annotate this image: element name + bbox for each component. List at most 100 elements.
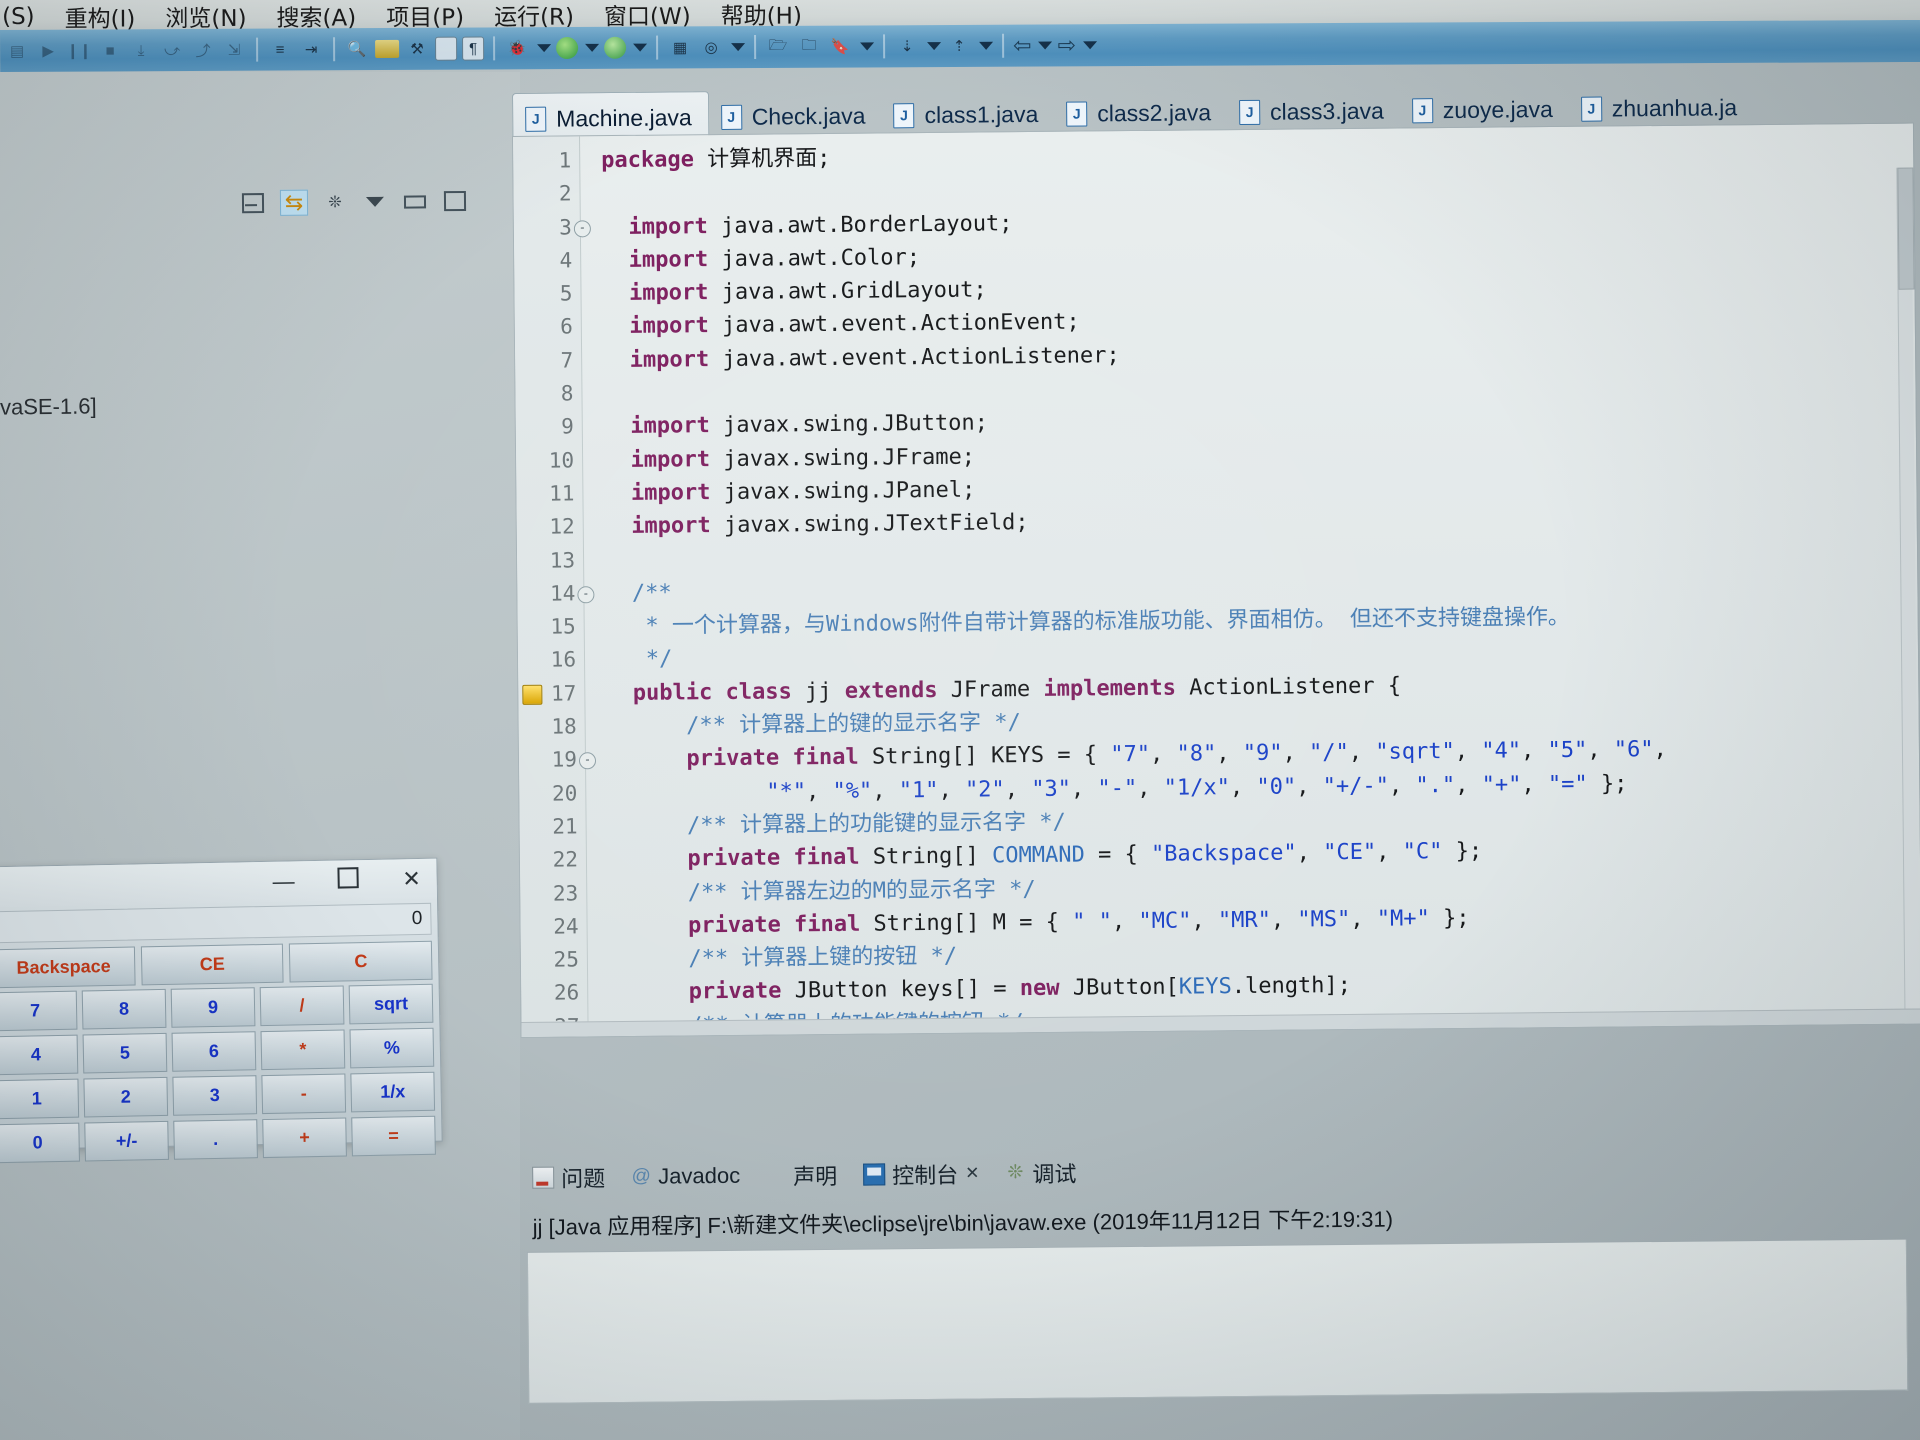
calc-key-5[interactable]: 5 <box>82 1032 168 1074</box>
minimize-icon[interactable] <box>402 189 428 213</box>
maximize-icon[interactable] <box>332 866 363 895</box>
console-output[interactable] <box>526 1239 1909 1404</box>
close-icon[interactable]: ✕ <box>396 866 426 893</box>
calc-key-[interactable]: = <box>351 1115 436 1157</box>
calc-key-1[interactable]: 1 <box>0 1078 80 1120</box>
toolbar-separator <box>883 34 886 59</box>
console-tab-debug[interactable]: ❊ 调试 <box>1005 1157 1076 1190</box>
stop-icon[interactable]: ■ <box>97 37 123 63</box>
menu-item-0[interactable]: (S) <box>2 4 35 30</box>
calc-key-2[interactable]: 2 <box>83 1076 169 1118</box>
line-number: 21 <box>552 814 578 839</box>
code-text: import javax.swing.JTextField; <box>631 510 1029 540</box>
calc-key-[interactable]: . <box>173 1119 258 1160</box>
line-number: 16 <box>550 647 577 673</box>
run-icon[interactable] <box>556 36 579 60</box>
debug-icon[interactable]: 🐞 <box>504 35 530 61</box>
console-tab-problems[interactable]: 问题 <box>532 1161 605 1194</box>
forward-caret-icon[interactable] <box>1082 41 1097 50</box>
calc-key-[interactable]: % <box>349 1027 435 1069</box>
calc-key-3[interactable]: 3 <box>172 1075 258 1116</box>
chevron-down-icon[interactable] <box>362 190 388 214</box>
calc-command-backspace[interactable]: Backspace <box>0 946 136 989</box>
run-external-icon[interactable] <box>604 36 627 59</box>
outline-icon[interactable] <box>435 36 458 61</box>
console-tab-console[interactable]: 控制台 ✕ <box>863 1158 980 1191</box>
next-annotation-caret-icon[interactable] <box>927 42 942 51</box>
toolbar-separator <box>333 37 336 62</box>
tag-caret-icon[interactable] <box>860 42 875 51</box>
line-number: 2 <box>558 181 572 206</box>
new-class-icon[interactable]: ◎ <box>698 34 724 60</box>
new-icon[interactable]: ▤ <box>4 38 30 64</box>
next-annotation-icon[interactable]: ⇣ <box>894 33 920 59</box>
open-type-icon[interactable]: ≡ <box>267 36 293 62</box>
open-task-icon[interactable]: ⇥ <box>298 36 324 62</box>
view-menu-icon[interactable]: ❊ <box>322 190 348 214</box>
editor-tab-label: class3.java <box>1269 97 1384 125</box>
calc-key-[interactable]: - <box>261 1073 347 1115</box>
pencil-icon[interactable] <box>375 39 400 59</box>
collapse-all-icon[interactable] <box>240 191 266 215</box>
line-number: 6 <box>560 314 573 340</box>
minimize-icon[interactable]: — <box>268 868 298 895</box>
tag-icon[interactable]: 🔖 <box>827 34 853 60</box>
previous-annotation-caret-icon[interactable] <box>979 41 994 50</box>
back-icon[interactable]: ⇦ <box>1013 33 1032 59</box>
code-text: import javax.swing.JPanel; <box>630 477 976 506</box>
line-number: 11 <box>549 481 575 506</box>
pause-icon[interactable]: ❙❙ <box>66 38 92 64</box>
step-over-icon[interactable]: ⤻ <box>159 37 185 63</box>
editor-tab-label: Check.java <box>751 102 866 130</box>
previous-annotation-icon[interactable]: ⇡ <box>946 33 972 59</box>
build-icon[interactable]: ⚒ <box>404 36 430 62</box>
fold-toggle-icon[interactable]: - <box>578 752 597 770</box>
console-tab-label: Javadoc <box>658 1162 741 1189</box>
calc-key-9[interactable]: 9 <box>170 987 256 1028</box>
fold-toggle-icon[interactable]: - <box>573 219 591 238</box>
new-java-project-icon[interactable]: ▦ <box>667 34 693 60</box>
calc-key-[interactable]: +/- <box>84 1120 169 1162</box>
new-class-caret-icon[interactable] <box>731 43 746 52</box>
scrollbar-thumb[interactable] <box>1897 167 1915 290</box>
run-dropdown-caret-icon[interactable] <box>585 43 600 52</box>
line-number: 4 <box>559 248 573 273</box>
calc-key-1x[interactable]: 1/x <box>350 1071 436 1113</box>
calc-command-ce[interactable]: CE <box>140 943 284 986</box>
console-tab-javadoc[interactable]: @ Javadoc <box>631 1163 740 1190</box>
java-file-icon: J <box>720 104 742 130</box>
drop-to-frame-icon[interactable]: ⇲ <box>221 37 247 63</box>
calc-key-8[interactable]: 8 <box>81 988 167 1030</box>
paragraph-icon[interactable]: ¶ <box>462 36 485 61</box>
editor-tab-label: class2.java <box>1097 98 1212 126</box>
step-into-icon[interactable]: ⤓ <box>128 37 154 63</box>
open-folder-icon[interactable]: 🗁 <box>765 34 791 60</box>
calc-key-6[interactable]: 6 <box>171 1031 257 1072</box>
back-caret-icon[interactable] <box>1038 41 1053 50</box>
save-folder-icon[interactable]: 🗀 <box>796 34 822 60</box>
close-icon[interactable]: ✕ <box>965 1164 979 1184</box>
calc-command-c[interactable]: C <box>289 940 433 983</box>
calc-key-7[interactable]: 7 <box>0 990 78 1032</box>
external-tools-caret-icon[interactable] <box>633 43 648 52</box>
step-return-icon[interactable]: ⤴ <box>190 37 216 63</box>
calc-key-0[interactable]: 0 <box>0 1122 81 1164</box>
link-with-editor-icon[interactable]: ⇆ <box>279 189 309 216</box>
console-tab-declaration[interactable]: 声明 <box>766 1159 837 1192</box>
maximize-icon[interactable] <box>442 189 468 213</box>
calc-key-sqrt[interactable]: sqrt <box>348 983 434 1025</box>
code-editor[interactable]: 1 package 计算机界面; 2 3- import java.awt.Borde… <box>512 122 1920 1038</box>
calculator-keypad: 7 8 9/sqrt 4 5 6 *% 1 2 3-1/x 0 +/-. + = <box>0 983 442 1170</box>
search-icon[interactable]: 🔍 <box>344 36 370 62</box>
line-number: 5 <box>559 281 573 306</box>
debug-dropdown-caret-icon[interactable] <box>537 44 552 53</box>
calc-key-[interactable]: + <box>262 1117 347 1159</box>
calc-key-4[interactable]: 4 <box>0 1034 79 1076</box>
package-explorer-panel[interactable]: ⇆ ❊ vaSE-1.6] <box>0 72 520 1440</box>
fold-toggle-icon[interactable]: - <box>577 586 595 604</box>
calculator-window[interactable]: — ✕ 0 Backspace CE C 7 8 9/sqrt 4 5 6 *% 1 2 3-1/x 0… <box>0 857 443 1164</box>
calc-key-[interactable]: * <box>260 1029 346 1071</box>
run-last-icon[interactable]: ▶ <box>35 38 61 64</box>
calc-key-[interactable]: / <box>259 985 345 1027</box>
forward-icon[interactable]: ⇨ <box>1057 32 1076 58</box>
